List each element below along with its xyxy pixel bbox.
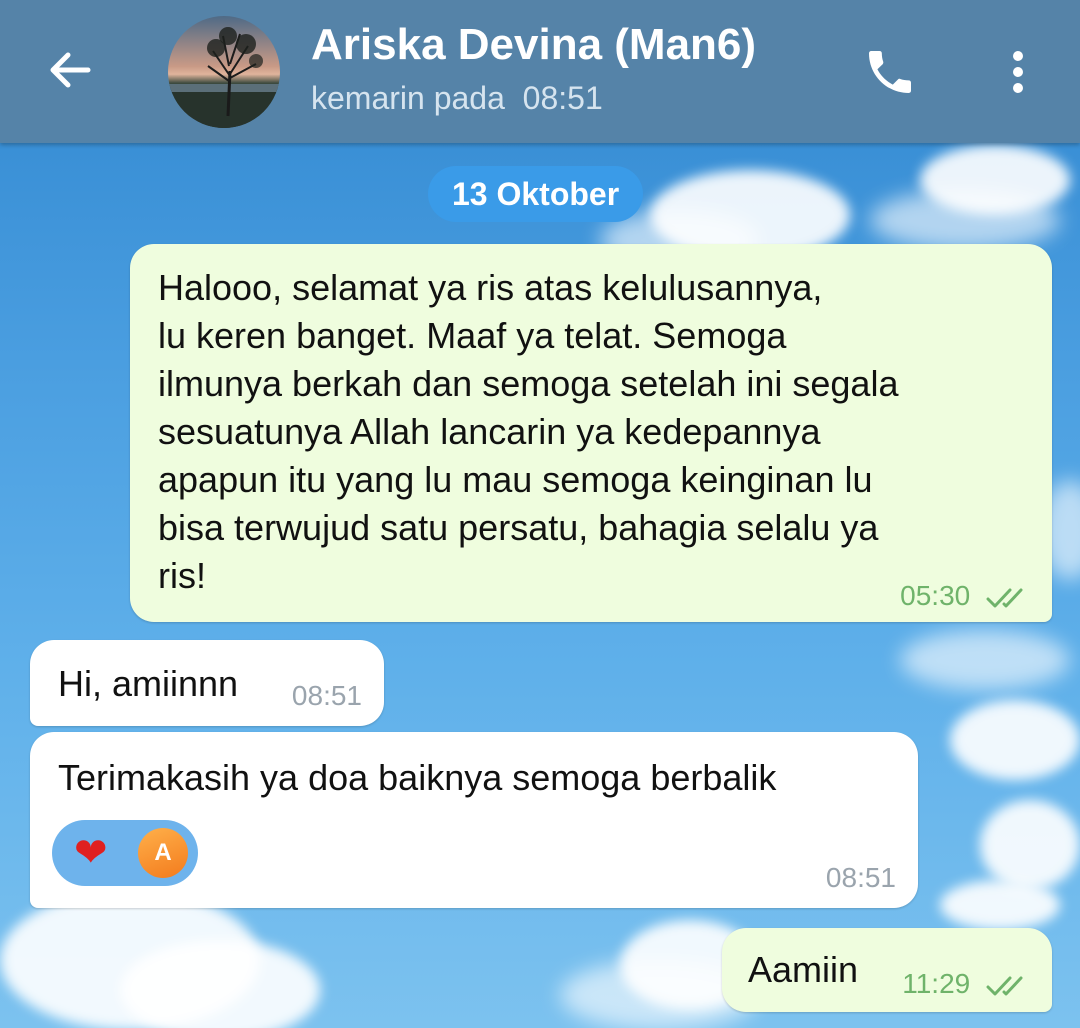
message-time: 08:51	[825, 862, 896, 893]
message-bubble-incoming[interactable]: Terimakasih ya doa baiknya semoga berbal…	[30, 732, 918, 908]
message-time: 08:51	[291, 680, 362, 711]
message-bubble-incoming[interactable]: Hi, amiinnn 08:51	[30, 640, 384, 726]
message-text: Aamiin	[748, 949, 859, 990]
chat-header: Ariska Devina (Man6) kemarin pada 08:51	[0, 0, 1080, 143]
phone-icon	[869, 51, 911, 93]
message-meta: 11:29	[902, 968, 1030, 1000]
double-check-icon	[986, 976, 1023, 996]
message-bubble-outgoing[interactable]: Halooo, selamat ya ris atas kelulusannya…	[130, 244, 1052, 622]
message-meta: 05:30	[900, 580, 1030, 612]
contact-name[interactable]: Ariska Devina (Man6)	[311, 20, 756, 70]
date-separator: 13 Oktober	[428, 166, 644, 222]
message-time: 05:30	[900, 580, 971, 611]
chat-screen: Ariska Devina (Man6) kemarin pada 08:51 …	[0, 0, 1080, 1028]
heart-icon: ❤	[74, 831, 108, 875]
double-check-icon	[986, 588, 1023, 608]
more-options-button[interactable]	[1000, 44, 1036, 100]
contact-avatar[interactable]	[168, 16, 280, 128]
arrow-left-icon	[50, 52, 91, 88]
message-reaction[interactable]: ❤ A	[52, 820, 198, 886]
last-seen-status: kemarin pada 08:51	[311, 80, 603, 116]
message-text: Hi, amiinnn	[58, 663, 239, 704]
more-vertical-icon	[1013, 51, 1023, 93]
reaction-user-avatar: A	[138, 828, 188, 878]
message-bubble-outgoing[interactable]: Aamiin 11:29	[722, 928, 1052, 1012]
call-button[interactable]	[862, 44, 918, 100]
message-text: Halooo, selamat ya ris atas kelulusannya…	[158, 267, 899, 596]
message-text: Terimakasih ya doa baiknya semoga berbal…	[58, 757, 777, 798]
back-button[interactable]	[40, 42, 100, 98]
message-time: 11:29	[902, 968, 971, 999]
tree-photo	[168, 27, 280, 128]
